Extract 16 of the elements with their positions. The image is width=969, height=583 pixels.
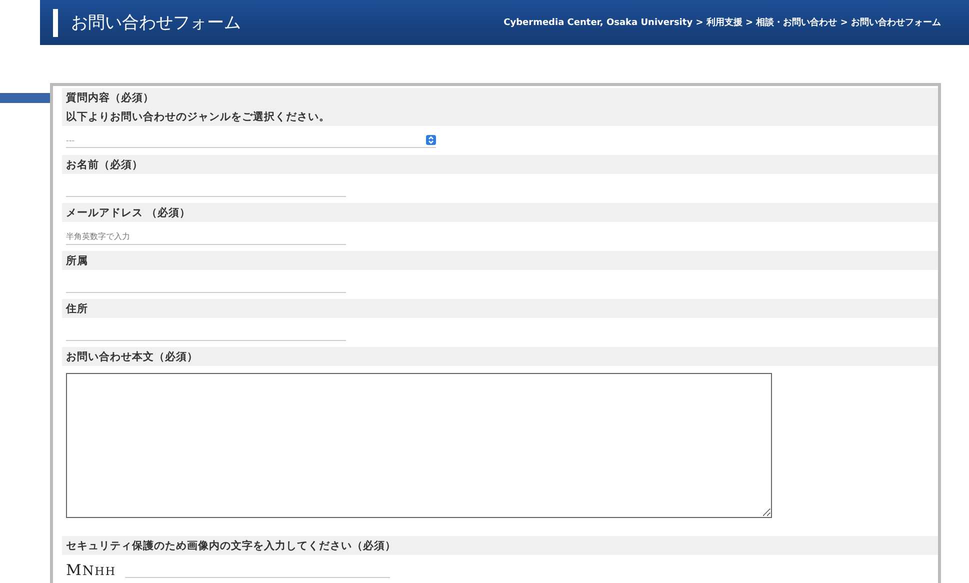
field-note: 以下よりお問い合わせのジャンルをご選択ください。	[66, 110, 330, 124]
genre-select[interactable]: ---	[66, 133, 436, 148]
page-title: お問い合わせフォーム	[71, 12, 241, 34]
field-label: 所属	[66, 254, 88, 268]
message-field[interactable]	[66, 373, 772, 518]
field-label: お問い合わせ本文（必須）	[66, 350, 198, 364]
field-label: 質問内容（必須）	[66, 90, 154, 104]
captcha-text: MNHH	[66, 560, 115, 578]
field-label: 住所	[66, 302, 88, 316]
input-field[interactable]: 半角英数字で入力	[66, 228, 346, 245]
field-label: メールアドレス （必須）	[66, 206, 191, 220]
title-marker	[53, 8, 58, 36]
field-label: セキュリティ保護のため画像内の文字を入力してください（必須）	[66, 538, 396, 552]
field-label: お名前（必須）	[66, 158, 143, 172]
dropdown-icon	[426, 135, 436, 145]
breadcrumb: Cybermedia Center, Osaka University > 利用支援 > 相談・お問い合わせ > お問い合わせフォーム	[504, 16, 941, 29]
